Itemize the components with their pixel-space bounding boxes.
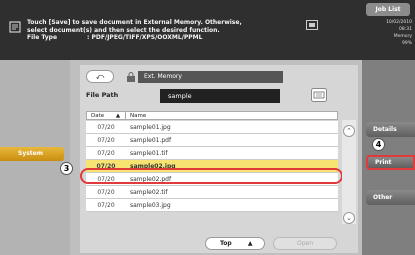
table-header: Date ▲ Name bbox=[86, 111, 338, 120]
other-button[interactable]: Other bbox=[366, 190, 415, 205]
file-name: sample01.tif bbox=[130, 150, 168, 157]
details-button[interactable]: Details bbox=[366, 122, 415, 137]
step-callout-3: 3 bbox=[60, 162, 73, 175]
column-name-label: Name bbox=[130, 113, 147, 119]
status-date: 10/02/2010 bbox=[386, 20, 412, 25]
folder-lock-icon bbox=[127, 72, 135, 82]
file-name: sample01.pdf bbox=[130, 137, 172, 144]
document-icon bbox=[9, 21, 21, 33]
column-date[interactable]: Date ▲ bbox=[86, 111, 126, 120]
message-line-1: Touch [Save] to save document in Externa… bbox=[27, 19, 242, 26]
file-date: 07/20 bbox=[97, 124, 115, 131]
file-list: 07/20 sample01.jpg 07/20 sample01.pdf 07… bbox=[86, 121, 338, 212]
file-date: 07/20 bbox=[97, 137, 115, 144]
list-item[interactable]: 07/20 sample03.jpg bbox=[86, 199, 338, 212]
file-path-input[interactable]: sample bbox=[160, 89, 280, 103]
file-name: sample03.jpg bbox=[130, 202, 171, 209]
open-button[interactable]: Open bbox=[273, 237, 337, 250]
top-button-label: Top bbox=[220, 240, 232, 247]
back-button[interactable]: ⤺ bbox=[86, 70, 114, 83]
column-name[interactable]: Name bbox=[126, 111, 338, 120]
file-type-value: : PDF/JPEG/TIFF/XPS/OOXML/PPML bbox=[87, 34, 203, 41]
file-date: 07/20 bbox=[97, 202, 115, 209]
step-callout-4: 4 bbox=[372, 138, 385, 151]
scroll-up-icon[interactable]: ⌃ bbox=[343, 125, 355, 137]
top-bar: Job List Touch [Save] to save document i… bbox=[0, 0, 415, 60]
instruction-message: Touch [Save] to save document in Externa… bbox=[27, 19, 242, 42]
file-path-label: File Path bbox=[86, 91, 119, 99]
breadcrumb: Ext. Memory bbox=[138, 71, 283, 83]
message-line-2: select document(s) and then select the d… bbox=[27, 26, 220, 34]
job-list-tab[interactable]: Job List bbox=[366, 3, 410, 16]
column-date-label: Date bbox=[91, 113, 105, 119]
file-name: sample01.jpg bbox=[130, 124, 171, 131]
system-button[interactable]: System bbox=[0, 147, 64, 161]
top-button[interactable]: Top ▲ bbox=[205, 237, 265, 250]
keyboard-icon[interactable] bbox=[311, 88, 327, 102]
file-date: 07/20 bbox=[97, 150, 115, 157]
status-memory-label: Memory bbox=[393, 34, 412, 39]
sort-ascending-icon: ▲ bbox=[115, 113, 121, 119]
file-type-label: File Type bbox=[27, 34, 58, 41]
status-memory-value: 99% bbox=[401, 41, 412, 46]
list-item[interactable]: 07/20 sample01.jpg bbox=[86, 121, 338, 134]
selection-highlight-outline bbox=[80, 168, 343, 184]
arrow-up-icon: ▲ bbox=[247, 240, 253, 247]
file-date: 07/20 bbox=[97, 189, 115, 196]
status-area: 10/02/2010 08:31 Memory 99% bbox=[362, 19, 412, 47]
list-item[interactable]: 07/20 sample01.pdf bbox=[86, 134, 338, 147]
list-item[interactable]: 07/20 sample01.tif bbox=[86, 147, 338, 160]
scroll-down-icon[interactable]: ⌄ bbox=[343, 212, 355, 224]
help-icon[interactable] bbox=[306, 20, 318, 30]
list-item[interactable]: 07/20 sample02.tif bbox=[86, 186, 338, 199]
print-button[interactable]: Print bbox=[366, 155, 415, 170]
status-time: 08:31 bbox=[399, 27, 412, 32]
file-name: sample02.tif bbox=[130, 189, 168, 196]
